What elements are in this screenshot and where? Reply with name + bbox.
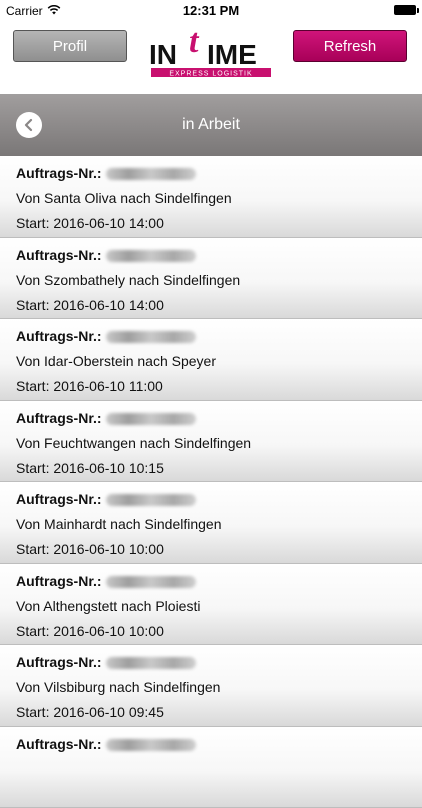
intime-logo-graphic: IN t IME EXPRESS LOGISTIK: [147, 30, 275, 80]
order-start: Start: 2016-06-10 10:00: [16, 537, 406, 562]
redacted-order-number: [106, 413, 196, 425]
list-item[interactable]: Auftrags-Nr.: Von Santa Oliva nach Sinde…: [0, 156, 422, 238]
intime-logo: IN t IME EXPRESS LOGISTIK: [147, 30, 275, 80]
order-number-label: Auftrags-Nr.:: [16, 573, 102, 589]
order-number-label: Auftrags-Nr.:: [16, 491, 102, 507]
order-start: Start: 2016-06-10 11:00: [16, 374, 406, 399]
order-number-label: Auftrags-Nr.:: [16, 736, 102, 752]
order-number-label: Auftrags-Nr.:: [16, 654, 102, 670]
order-route: Von Feuchtwangen nach Sindelfingen: [16, 431, 406, 456]
redacted-order-number: [106, 576, 196, 588]
status-time: 12:31 PM: [0, 3, 422, 18]
order-number-line: Auftrags-Nr.:: [16, 732, 406, 757]
order-number-line: Auftrags-Nr.:: [16, 569, 406, 594]
order-number-line: Auftrags-Nr.:: [16, 650, 406, 675]
order-number-line: Auftrags-Nr.:: [16, 487, 406, 512]
order-route: Von Althengstett nach Ploiesti: [16, 594, 406, 619]
list-item[interactable]: Auftrags-Nr.: Von Mainhardt nach Sindelf…: [0, 482, 422, 564]
order-number-line: Auftrags-Nr.:: [16, 406, 406, 431]
order-number-line: Auftrags-Nr.:: [16, 243, 406, 268]
list-item[interactable]: Auftrags-Nr.: Von Szombathely nach Sinde…: [0, 238, 422, 320]
list-item[interactable]: Auftrags-Nr.: Von Idar-Oberstein nach Sp…: [0, 319, 422, 401]
order-start: Start: 2016-06-10 10:15: [16, 456, 406, 481]
svg-text:IN: IN: [149, 39, 177, 70]
redacted-order-number: [106, 739, 196, 751]
list-item[interactable]: Auftrags-Nr.: Von Althengstett nach Ploi…: [0, 564, 422, 646]
svg-text:t: t: [189, 30, 200, 60]
order-route: Von Szombathely nach Sindelfingen: [16, 268, 406, 293]
order-start: Start: 2016-06-10 09:45: [16, 700, 406, 725]
battery-icon: [394, 5, 416, 15]
order-start: Start: 2016-06-10 10:00: [16, 619, 406, 644]
order-route: Von Mainhardt nach Sindelfingen: [16, 512, 406, 537]
order-number-line: Auftrags-Nr.:: [16, 161, 406, 186]
order-start: Start: 2016-06-10 14:00: [16, 293, 406, 318]
order-route: [16, 757, 406, 782]
svg-text:IME: IME: [207, 39, 257, 70]
redacted-order-number: [106, 331, 196, 343]
app-header: Profil IN t IME EXPRESS LOGISTIK Refresh: [0, 22, 422, 94]
order-start: [16, 782, 406, 807]
redacted-order-number: [106, 250, 196, 262]
redacted-order-number: [106, 168, 196, 180]
order-number-label: Auftrags-Nr.:: [16, 165, 102, 181]
status-bar: Carrier 12:31 PM: [0, 0, 422, 22]
order-number-label: Auftrags-Nr.:: [16, 410, 102, 426]
svg-text:EXPRESS LOGISTIK: EXPRESS LOGISTIK: [169, 71, 252, 78]
redacted-order-number: [106, 657, 196, 669]
redacted-order-number: [106, 494, 196, 506]
list-item[interactable]: Auftrags-Nr.:: [0, 727, 422, 808]
order-route: Von Vilsbiburg nach Sindelfingen: [16, 675, 406, 700]
refresh-button[interactable]: Refresh: [293, 30, 407, 62]
orders-list: Auftrags-Nr.: Von Santa Oliva nach Sinde…: [0, 156, 422, 808]
page-title: in Arbeit: [0, 116, 422, 134]
order-route: Von Idar-Oberstein nach Speyer: [16, 349, 406, 374]
order-number-label: Auftrags-Nr.:: [16, 247, 102, 263]
profil-button[interactable]: Profil: [13, 30, 127, 62]
nav-bar: in Arbeit: [0, 94, 422, 156]
order-start: Start: 2016-06-10 14:00: [16, 211, 406, 236]
order-number-line: Auftrags-Nr.:: [16, 324, 406, 349]
list-item[interactable]: Auftrags-Nr.: Von Feuchtwangen nach Sind…: [0, 401, 422, 483]
order-number-label: Auftrags-Nr.:: [16, 328, 102, 344]
list-item[interactable]: Auftrags-Nr.: Von Vilsbiburg nach Sindel…: [0, 645, 422, 727]
order-route: Von Santa Oliva nach Sindelfingen: [16, 186, 406, 211]
